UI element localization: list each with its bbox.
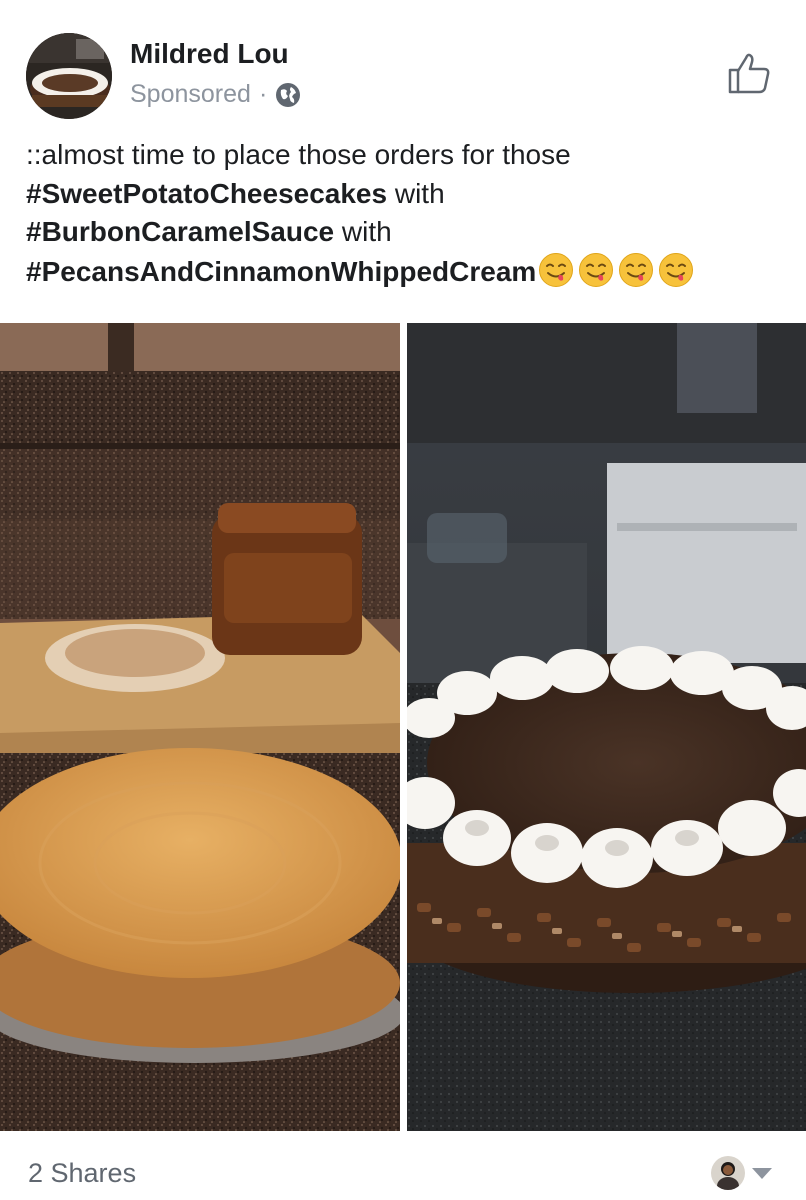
cheesecake-thumbnail <box>26 33 112 119</box>
sponsored-label[interactable]: Sponsored <box>130 80 251 109</box>
yum-face-emoji <box>619 252 654 287</box>
chevron-down-icon[interactable] <box>752 1168 772 1179</box>
shares-count[interactable]: 2 Shares <box>28 1158 136 1189</box>
meta-separator: · <box>258 80 268 108</box>
author-avatar[interactable] <box>26 33 112 119</box>
plain-cheesecake-image <box>0 323 400 1131</box>
thumbs-up-icon[interactable] <box>726 50 772 96</box>
post-text-line-3: #BurbonCaramelSauce with <box>26 213 786 252</box>
post-text-with: with <box>387 177 445 209</box>
yum-face-emoji <box>579 252 614 287</box>
emoji-group <box>538 252 694 288</box>
post-header: Mildred Lou Sponsored · <box>0 0 806 120</box>
hashtag-pecans-cinnamon-whipped-cream[interactable]: #PecansAndCinnamonWhippedCream <box>26 256 536 287</box>
reaction-avatar[interactable] <box>711 1156 745 1190</box>
photo-plain-cheesecake[interactable] <box>0 323 400 1131</box>
post-footer: 2 Shares <box>0 1140 806 1200</box>
yum-face-emoji <box>659 252 694 287</box>
author-name[interactable]: Mildred Lou <box>130 38 289 70</box>
post-text: ::almost time to place those orders for … <box>26 136 786 291</box>
post-text-line-1: ::almost time to place those orders for … <box>26 139 571 170</box>
photo-decorated-cheesecake[interactable] <box>407 323 806 1131</box>
post-text-line-2: #SweetPotatoCheesecakes with <box>26 175 786 214</box>
hashtag-burbon-caramel-sauce[interactable]: #BurbonCaramelSauce <box>26 216 334 247</box>
post-text-line-4: #PecansAndCinnamonWhippedCream <box>26 252 786 292</box>
user-avatar-icon <box>711 1156 745 1190</box>
post-text-with: with <box>334 216 392 247</box>
globe-icon <box>276 82 301 107</box>
decorated-cheesecake-image <box>407 323 806 1131</box>
yum-face-emoji <box>539 252 574 287</box>
hashtag-sweet-potato-cheesecakes[interactable]: #SweetPotatoCheesecakes <box>26 178 387 209</box>
post-meta: Sponsored · <box>130 80 301 109</box>
